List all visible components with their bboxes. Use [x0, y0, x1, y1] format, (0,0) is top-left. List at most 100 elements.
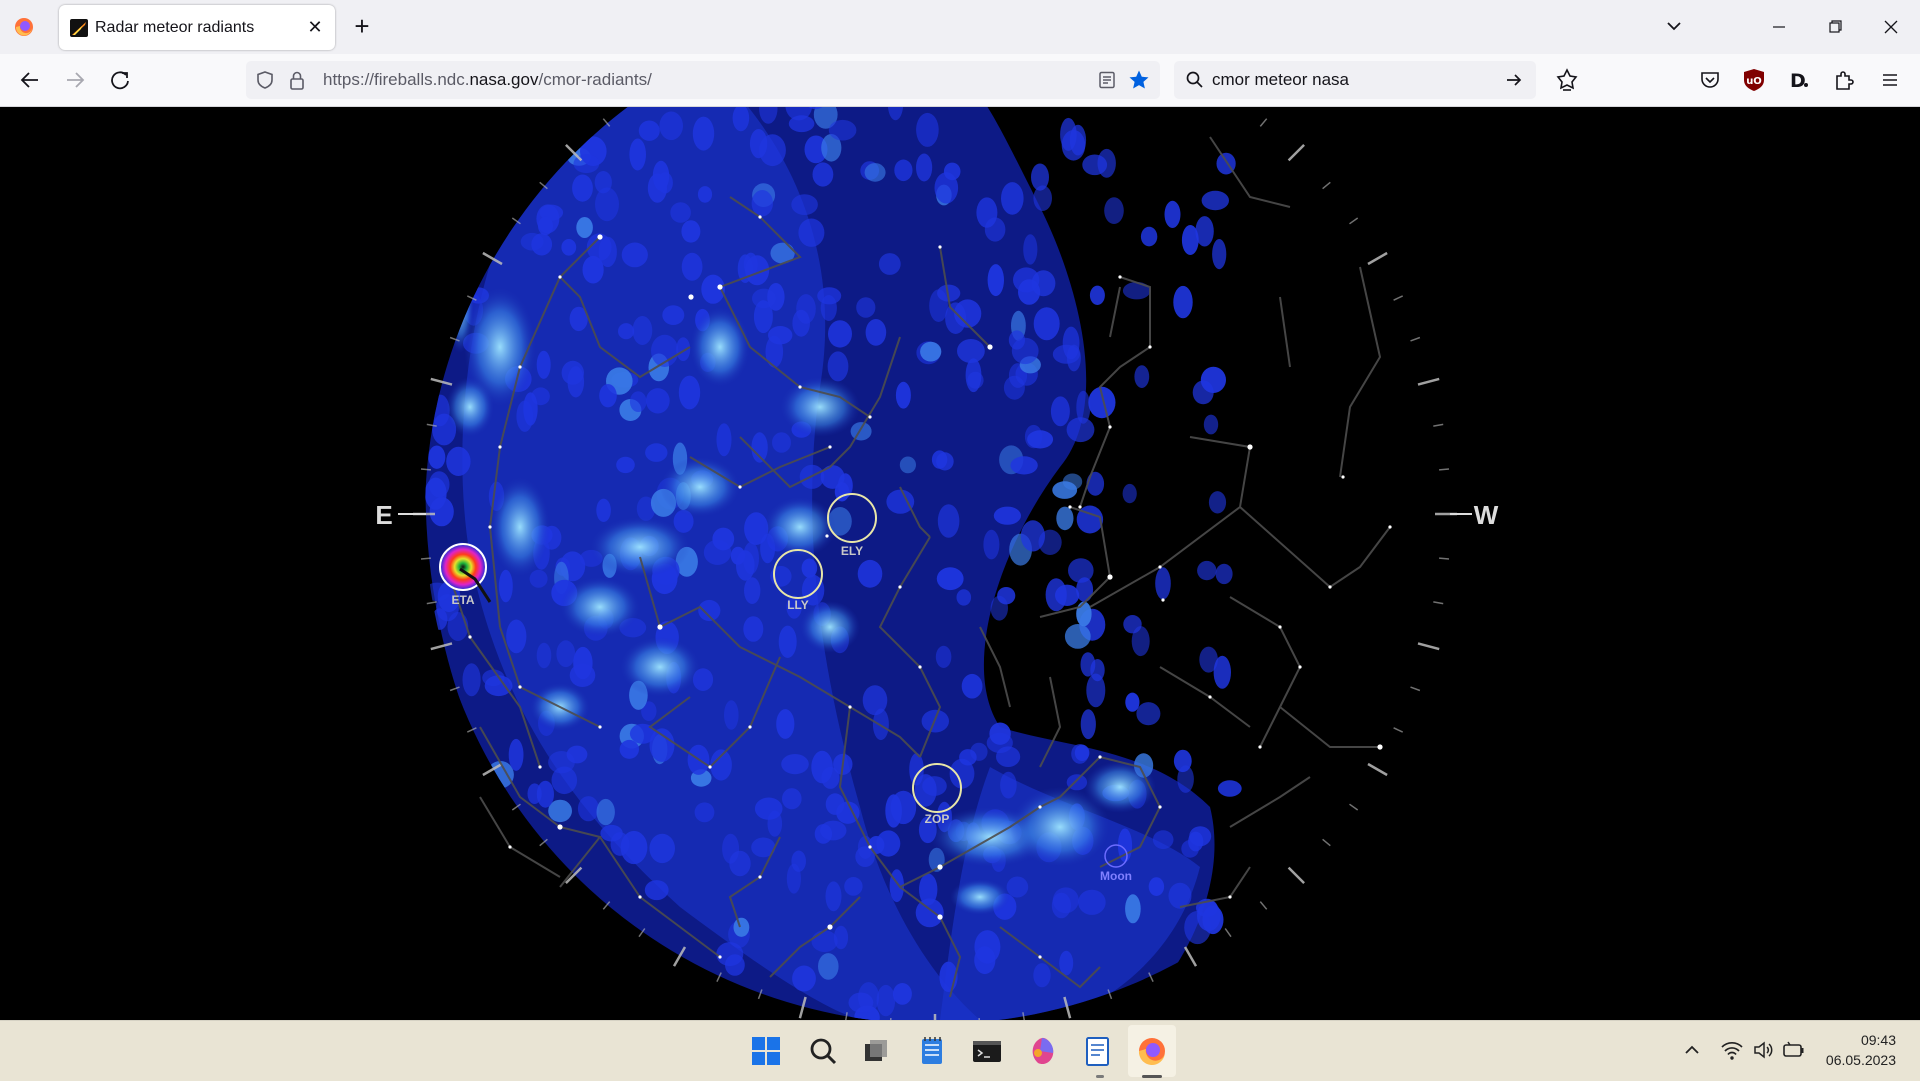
search-bar[interactable]: cmor meteor nasa [1174, 61, 1536, 99]
volume-icon[interactable] [1752, 1039, 1774, 1061]
constellation-star [1038, 955, 1042, 959]
radiant-blob [943, 162, 961, 181]
notepad-icon[interactable] [914, 1033, 950, 1069]
radiant-blob [811, 930, 838, 953]
search-icon[interactable] [805, 1033, 841, 1069]
radiant-blob [987, 264, 1004, 297]
radiant-blob [1148, 877, 1165, 896]
radiant-blob [749, 129, 768, 159]
radiant-blob [681, 252, 703, 281]
radiant-blob [812, 162, 834, 187]
constellation-star [868, 415, 872, 419]
constellation-star [938, 245, 942, 249]
constellation-star [1247, 444, 1253, 450]
url-text[interactable]: https://fireballs.ndc.nasa.gov/cmor-radi… [323, 70, 652, 90]
url-domain: nasa.gov [469, 70, 539, 89]
forward-arrow-icon[interactable] [59, 64, 91, 96]
radiant-blob [429, 497, 454, 527]
radiant-blob [730, 546, 746, 565]
ublock-origin-icon[interactable]: uO [1738, 64, 1770, 96]
radiant-blob [1056, 506, 1074, 531]
radiant-blob [754, 797, 783, 820]
radiant-blob [577, 796, 599, 822]
radiant-blob [678, 375, 701, 410]
radiant-blob [1076, 390, 1091, 424]
close-window-icon[interactable] [1866, 10, 1916, 44]
west-label: W [1474, 500, 1499, 530]
radiant-blob [892, 983, 912, 1005]
radiant-blob [782, 788, 802, 810]
radiant-blob [956, 589, 972, 606]
radiant-blob [850, 422, 872, 441]
search-input[interactable]: cmor meteor nasa [1212, 70, 1349, 90]
back-arrow-icon[interactable] [14, 64, 46, 96]
radiant-blob [670, 202, 691, 223]
dark-reader-icon[interactable]: D [1782, 64, 1814, 96]
windows-start-icon[interactable] [748, 1033, 784, 1069]
page-content: E W ETA ELY LLY ZOP Moon [0, 107, 1920, 1020]
radiant-blob [872, 708, 889, 741]
chevron-up-icon[interactable] [1682, 1040, 1702, 1060]
clock-time[interactable]: 09:43 [1820, 1032, 1896, 1048]
east-marker: E [375, 500, 426, 530]
radiant-blob [629, 391, 647, 412]
pocket-icon[interactable] [1694, 64, 1726, 96]
chevron-down-icon[interactable] [1660, 12, 1688, 40]
wifi-icon[interactable] [1720, 1039, 1744, 1061]
radiant-blob [751, 432, 768, 463]
radiant-blob [1027, 430, 1054, 449]
constellation-star [1078, 505, 1082, 509]
shield-icon[interactable] [255, 70, 275, 90]
radiant-blob [536, 350, 551, 379]
terminal-icon[interactable] [969, 1033, 1005, 1069]
battery-icon[interactable] [1782, 1039, 1806, 1061]
radiant-blob [462, 663, 481, 697]
firefox-menu-icon[interactable] [14, 17, 34, 37]
reader-view-icon[interactable] [1097, 70, 1117, 90]
restore-icon[interactable] [1810, 10, 1860, 44]
radiant-blob [428, 445, 446, 469]
radiant-blob [1076, 601, 1092, 627]
radiant-blob [990, 595, 1008, 621]
radiant-blob [1064, 624, 1091, 649]
constellation-star [638, 895, 642, 899]
svg-text:uO: uO [1746, 76, 1762, 87]
radiant-blob [1033, 307, 1060, 341]
plus-icon[interactable]: + [348, 13, 376, 41]
active-tab[interactable]: Radar meteor radiants ✕ [59, 5, 335, 50]
horizon-tick [1349, 217, 1359, 225]
paint-icon[interactable] [1024, 1033, 1060, 1069]
horizon-tick [420, 468, 431, 471]
radiant-blob [600, 824, 623, 842]
radiant-blob [432, 608, 448, 630]
task-view-icon[interactable] [858, 1033, 894, 1069]
radiant-blob [567, 366, 585, 398]
close-icon[interactable]: ✕ [303, 15, 327, 39]
horizon-tick [1259, 118, 1268, 127]
puzzle-extensions-icon[interactable] [1828, 64, 1860, 96]
horizon-tick [1439, 468, 1450, 471]
bookmark-star-icon[interactable] [1128, 69, 1150, 91]
reload-icon[interactable] [104, 64, 136, 96]
constellation-star [1038, 805, 1042, 809]
clock-date[interactable]: 06.05.2023 [1810, 1052, 1896, 1068]
horizon-tick [1393, 295, 1404, 301]
radiant-blob [827, 351, 849, 382]
extensions-pin-icon[interactable] [1551, 64, 1583, 96]
radiant-blob [681, 220, 701, 243]
radiant-blob [1062, 473, 1083, 490]
radiant-blob [820, 465, 845, 489]
constellation-star [848, 705, 852, 709]
go-arrow-icon[interactable] [1504, 70, 1524, 90]
horizon-tick [1433, 601, 1444, 605]
radiant-blob [1173, 285, 1193, 319]
hamburger-menu-icon[interactable] [1874, 64, 1906, 96]
radiant-blob [694, 802, 715, 823]
constellation-star [557, 824, 563, 830]
radiant-blob [662, 305, 685, 325]
address-bar[interactable]: https://fireballs.ndc.nasa.gov/cmor-radi… [246, 61, 1160, 99]
firefox-icon[interactable] [1134, 1033, 1170, 1069]
lock-icon[interactable] [288, 69, 306, 91]
minimize-icon[interactable] [1754, 10, 1804, 44]
document-icon[interactable] [1079, 1033, 1115, 1069]
